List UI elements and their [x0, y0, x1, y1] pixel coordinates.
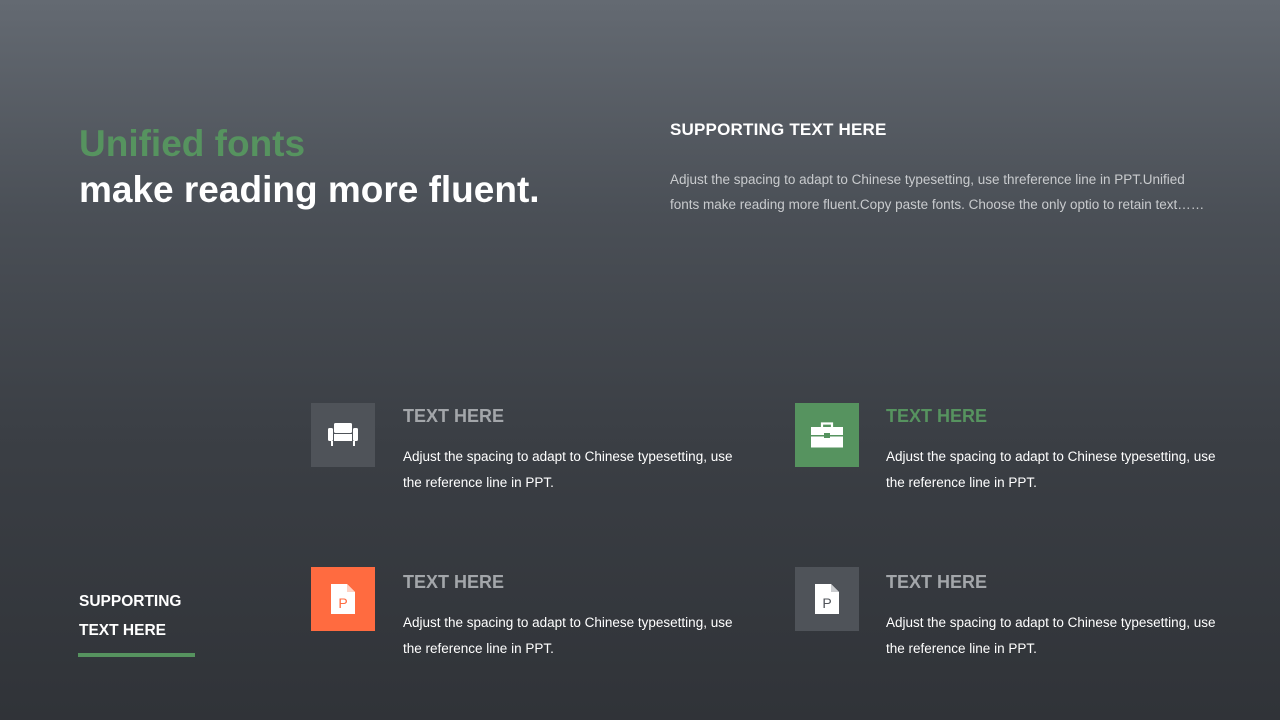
document-p-icon: P — [815, 584, 839, 614]
armchair-icon — [328, 423, 358, 446]
item-1-title: TEXT HERE — [403, 406, 505, 426]
item-3-title: TEXT HERE — [403, 572, 505, 592]
item-2-icon-box — [795, 403, 859, 467]
item-4-body: Adjust the spacing to adapt to Chinese t… — [886, 615, 1216, 656]
item-4-title: TEXT HERE — [886, 572, 988, 592]
heading-line-2: make reading more fluent. — [79, 169, 540, 210]
svg-text:P: P — [338, 595, 347, 611]
toolbox-icon — [811, 422, 843, 448]
item-1-body: Adjust the spacing to adapt to Chinese t… — [403, 449, 733, 490]
item-2-body: Adjust the spacing to adapt to Chinese t… — [886, 449, 1216, 490]
item-1-icon-box — [311, 403, 375, 467]
supporting-body: Adjust the spacing to adapt to Chinese t… — [670, 172, 1205, 212]
side-label-line-1: SUPPORTING — [79, 593, 182, 610]
item-3-body: Adjust the spacing to adapt to Chinese t… — [403, 615, 733, 656]
item-3-icon-box: P — [311, 567, 375, 631]
heading-line-1: Unified fonts — [79, 123, 306, 164]
side-accent-bar — [78, 653, 195, 657]
side-label: SUPPORTING TEXT HERE — [79, 587, 239, 645]
side-label-line-2: TEXT HERE — [79, 622, 166, 639]
svg-text:P: P — [822, 595, 831, 611]
supporting-title: SUPPORTING TEXT HERE — [670, 120, 887, 139]
item-2-title: TEXT HERE — [886, 406, 988, 426]
item-4-icon-box: P — [795, 567, 859, 631]
document-p-icon: P — [331, 584, 355, 614]
